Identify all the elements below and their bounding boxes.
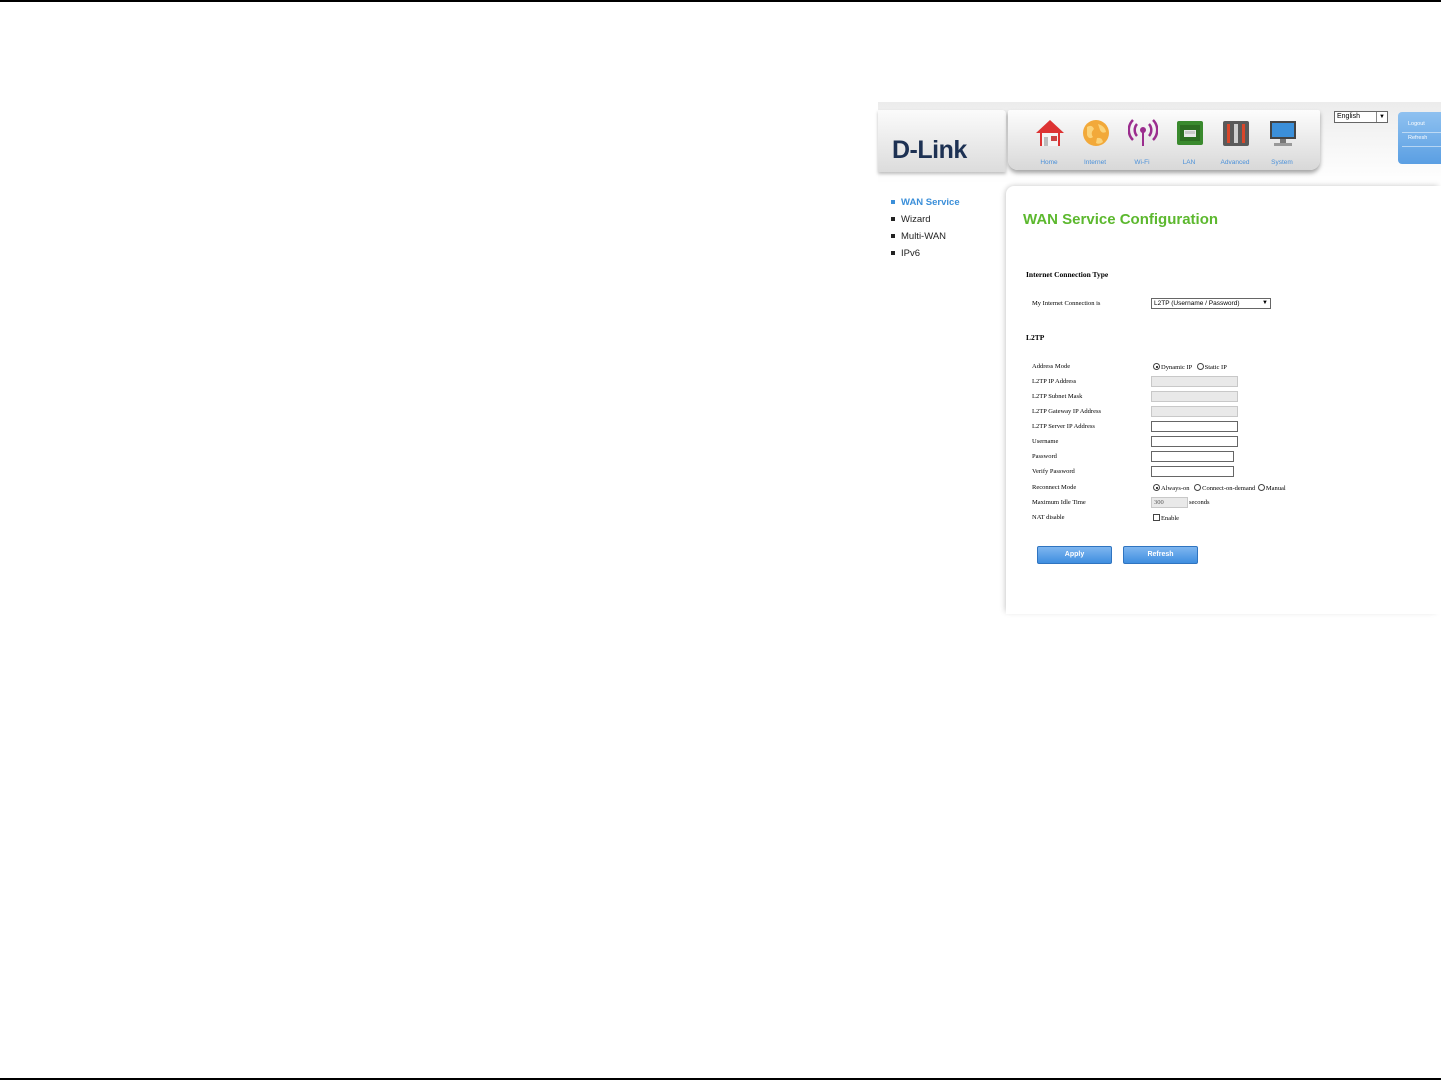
checkbox-label: Enable — [1161, 515, 1180, 522]
username-label: Username — [1032, 438, 1059, 445]
idle-unit: seconds — [1189, 499, 1210, 506]
content-panel: WAN Service Configuration Internet Conne… — [1006, 186, 1441, 614]
dlink-logo: D-Link — [892, 136, 967, 164]
server-ip-input[interactable] — [1151, 421, 1238, 432]
radio-manual[interactable] — [1257, 484, 1265, 491]
nav-advanced-label: Advanced — [1220, 159, 1250, 166]
username-input[interactable] — [1151, 436, 1238, 447]
reconnect-label: Reconnect Mode — [1032, 484, 1077, 491]
lan-icon — [1177, 121, 1203, 145]
logout-link[interactable]: Logout — [1408, 121, 1425, 127]
idle-time-field: 300 — [1151, 497, 1188, 508]
menu-item-wizard[interactable]: Wizard — [890, 213, 960, 230]
nav-home[interactable]: Home — [1026, 118, 1072, 166]
bullet-icon — [891, 234, 895, 238]
subnet-mask-label: L2TP Subnet Mask — [1032, 393, 1083, 400]
language-value: English — [1337, 113, 1360, 120]
menu-item-label: Multi-WAN — [901, 231, 947, 242]
radio-label: Manual — [1265, 485, 1286, 492]
menu-item-multi-wan[interactable]: Multi-WAN — [890, 230, 960, 247]
nav-wifi[interactable]: Wi-Fi — [1119, 118, 1165, 166]
nav-system[interactable]: System — [1259, 118, 1305, 166]
home-icon — [1036, 120, 1064, 146]
bullet-icon — [891, 251, 895, 255]
bottom-rule — [0, 1078, 1441, 1080]
reconnect-mode-group: Always-on Connect-on-demand Manual — [1153, 484, 1286, 492]
bullet-icon — [891, 217, 895, 221]
nav-lan[interactable]: LAN — [1166, 118, 1212, 166]
wifi-icon — [1128, 119, 1158, 146]
tools-icon — [1223, 121, 1249, 146]
ip-address-field — [1151, 376, 1238, 387]
refresh-link[interactable]: Refresh — [1408, 135, 1427, 141]
side-menu: WAN Service Wizard Multi-WAN IPv6 — [890, 196, 960, 264]
nav-system-label: System — [1271, 159, 1293, 166]
nav-internet-label: Internet — [1083, 159, 1107, 166]
gateway-field — [1151, 406, 1238, 417]
radio-always-on[interactable] — [1153, 484, 1160, 491]
nav-wifi-label: Wi-Fi — [1134, 159, 1150, 166]
nat-enable-checkbox[interactable] — [1153, 514, 1160, 521]
radio-label: Connect-on-demand — [1202, 485, 1256, 492]
radio-label: Static IP — [1204, 364, 1227, 371]
radio-connect-on-demand[interactable] — [1194, 484, 1202, 491]
subnet-mask-field — [1151, 391, 1238, 402]
nav-home-label: Home — [1040, 159, 1058, 166]
globe-icon — [1083, 120, 1109, 146]
section-connection-type: Internet Connection Type — [1026, 270, 1109, 279]
menu-item-ipv6[interactable]: IPv6 — [890, 247, 960, 264]
address-mode-label: Address Mode — [1032, 363, 1071, 370]
verify-password-label: Verify Password — [1032, 468, 1075, 475]
nat-disable-label: NAT disable — [1032, 514, 1065, 521]
password-label: Password — [1032, 453, 1057, 460]
side-divider — [1402, 146, 1441, 147]
monitor-icon — [1270, 121, 1296, 146]
logo-panel: D-Link — [878, 110, 1006, 172]
side-divider — [1402, 132, 1441, 133]
nav-lan-label: LAN — [1182, 159, 1196, 166]
connection-label: My Internet Connection is — [1032, 300, 1101, 307]
menu-item-label: WAN Service — [901, 197, 960, 208]
idle-time-label: Maximum Idle Time — [1032, 499, 1086, 506]
top-rule — [0, 0, 1441, 2]
verify-password-input[interactable] — [1151, 466, 1234, 477]
radio-label: Always-on — [1161, 485, 1190, 492]
ip-address-label: L2TP IP Address — [1032, 378, 1077, 385]
language-select[interactable]: English ▼ — [1334, 111, 1388, 123]
side-action-panel: Logout Refresh — [1398, 112, 1441, 164]
menu-item-label: Wizard — [901, 214, 931, 225]
connection-type-select[interactable]: L2TP (Username / Password) ▼ — [1151, 298, 1271, 309]
address-mode-group: Dynamic IP Static IP — [1153, 363, 1227, 371]
nav-internet[interactable]: Internet — [1072, 118, 1118, 166]
radio-label: Dynamic IP — [1161, 364, 1192, 371]
page-title: WAN Service Configuration — [1023, 211, 1219, 228]
chevron-down-icon: ▼ — [1262, 300, 1268, 306]
main-nav: Home Internet Wi-Fi LAN Advanced System — [1008, 110, 1320, 170]
password-input[interactable] — [1151, 451, 1234, 462]
connection-type-value: L2TP (Username / Password) — [1154, 300, 1240, 307]
apply-button[interactable]: Apply — [1037, 546, 1112, 564]
gateway-label: L2TP Gateway IP Address — [1032, 408, 1102, 415]
server-label: L2TP Server IP Address — [1032, 423, 1095, 430]
menu-item-label: IPv6 — [901, 248, 921, 259]
nat-disable-group: Enable — [1153, 514, 1179, 522]
radio-static-ip[interactable] — [1196, 363, 1204, 370]
nav-advanced[interactable]: Advanced — [1212, 118, 1258, 166]
section-l2tp: L2TP — [1026, 333, 1045, 342]
refresh-button[interactable]: Refresh — [1123, 546, 1198, 564]
bullet-icon — [891, 200, 895, 204]
radio-dynamic-ip[interactable] — [1153, 363, 1160, 370]
menu-item-wan-service[interactable]: WAN Service — [890, 196, 960, 213]
chevron-down-icon: ▼ — [1376, 112, 1387, 122]
